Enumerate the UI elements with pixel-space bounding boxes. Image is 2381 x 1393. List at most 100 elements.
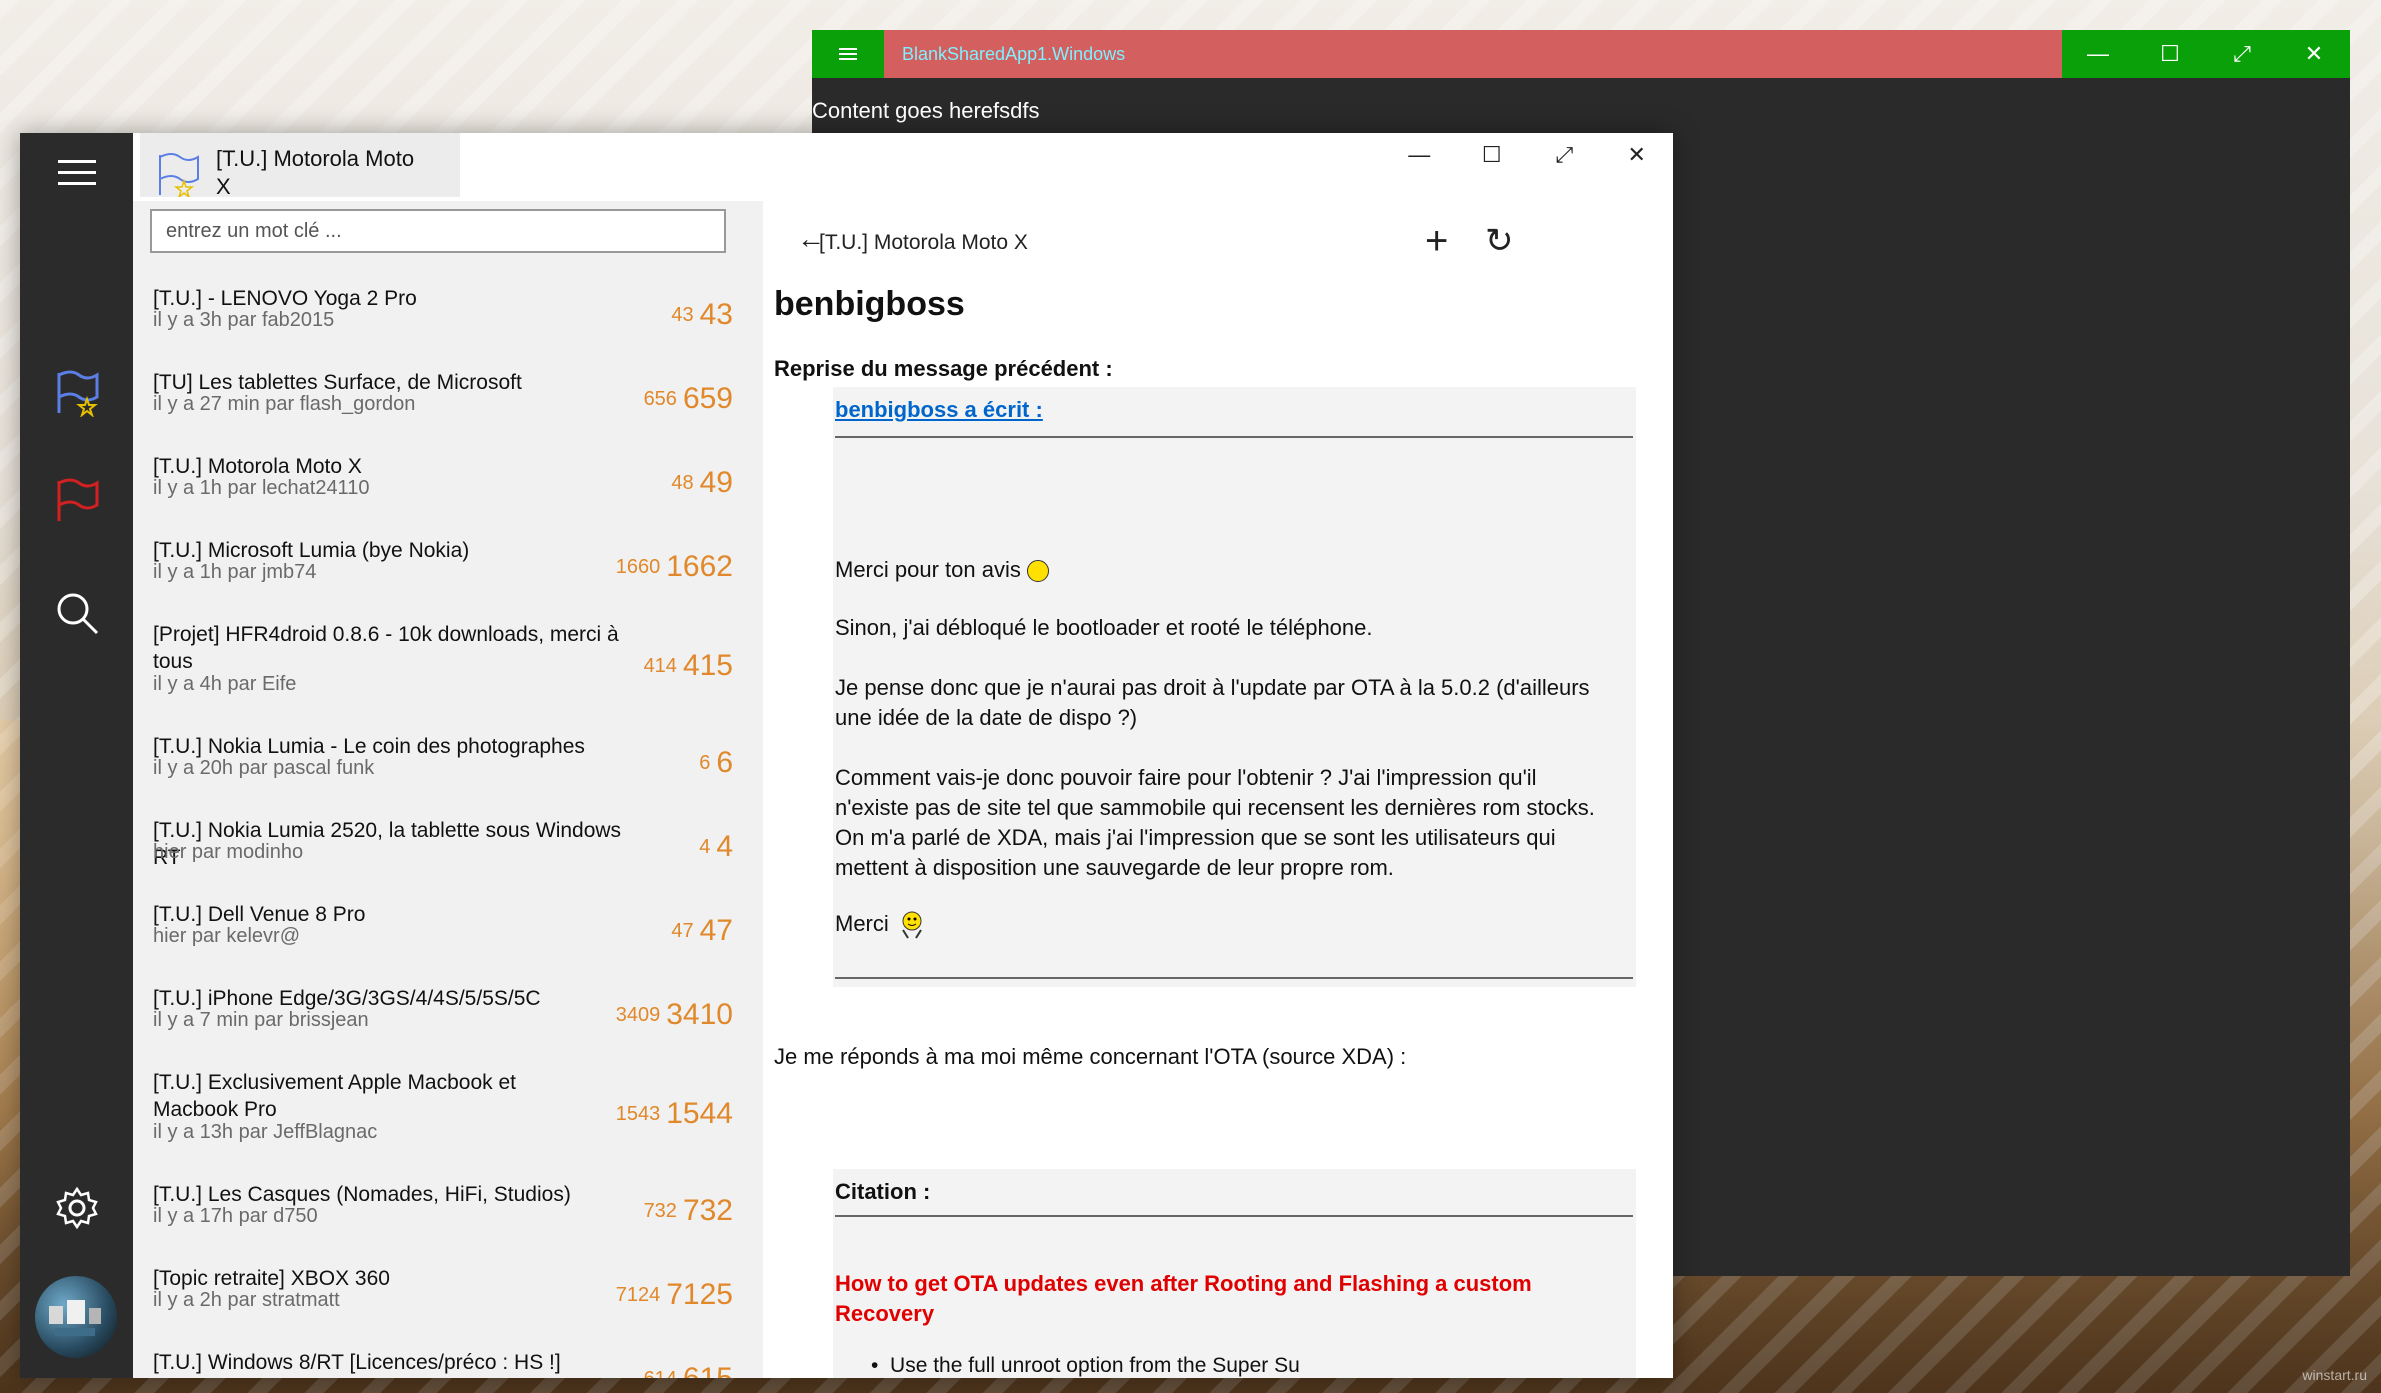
quote-paragraph: Comment vais-je donc pouvoir faire pour … <box>835 765 1595 880</box>
topic-item[interactable]: [TU] Les tablettes Surface, de Microsoft… <box>133 369 763 439</box>
topic-title: [Projet] HFR4droid 0.8.6 - 10k downloads… <box>153 623 619 673</box>
topic-title: [T.U.] Les Casques (Nomades, HiFi, Studi… <box>153 1183 571 1206</box>
topic-item[interactable]: [T.U.] Motorola Moto X il y a 1h par lec… <box>133 453 763 523</box>
reply-text: Je me réponds à ma moi même concernant l… <box>774 1044 1407 1069</box>
topic-count: 614615 <box>644 1349 733 1378</box>
hamburger-menu-icon[interactable] <box>812 30 884 78</box>
topic-item[interactable]: [T.U.] Exclusivement Apple Macbook et Ma… <box>133 1069 763 1169</box>
topic-meta: il y a 20h par pascal funk <box>153 757 375 779</box>
topic-title: [T.U.] Motorola Moto X <box>153 455 362 478</box>
forum-app-window[interactable]: [T.U.] Motorola Moto X — ☐ ⤢ ✕ [T.U.] - … <box>20 133 1673 1378</box>
fullscreen-icon[interactable]: ⤢ <box>1528 133 1601 177</box>
close-icon[interactable]: ✕ <box>1601 133 1674 177</box>
breadcrumb: [T.U.] Motorola Moto X <box>819 231 1028 254</box>
topic-meta: il y a 3h par fab2015 <box>153 309 335 331</box>
background-app-content: Content goes herefsdfs <box>812 98 1040 123</box>
quote-paragraph: Merci <box>835 909 1615 940</box>
search-input[interactable] <box>150 209 726 253</box>
quote-author-link[interactable]: benbigboss a écrit : <box>835 397 1043 423</box>
topic-content-pane: ← [T.U.] Motorola Moto X + ↻ benbigboss … <box>765 201 1673 1378</box>
divider <box>835 977 1633 979</box>
topic-meta: il y a 1h par lechat24110 <box>153 477 370 499</box>
topic-item[interactable]: [T.U.] Les Casques (Nomades, HiFi, Studi… <box>133 1181 763 1251</box>
topic-item[interactable]: [Topic retraite] XBOX 360 il y a 2h par … <box>133 1265 763 1335</box>
topic-count: 66 <box>699 746 733 779</box>
topic-meta: il y a 13h par JeffBlagnac <box>153 1121 378 1143</box>
close-icon[interactable]: ✕ <box>2278 30 2350 78</box>
topic-meta: il y a 7 min par brissjean <box>153 1009 369 1031</box>
topic-item[interactable]: [T.U.] Nokia Lumia - Le coin des photogr… <box>133 733 763 803</box>
watermark: winstart.ru <box>2302 1367 2367 1383</box>
minimize-icon[interactable]: — <box>2062 30 2134 78</box>
topic-count: 656 659 <box>643 382 733 415</box>
smiley-icon <box>1026 560 1049 583</box>
topic-item[interactable]: [Projet] HFR4droid 0.8.6 - 10k downloads… <box>133 621 763 721</box>
favorites-flag-icon[interactable] <box>20 353 133 433</box>
topic-title: [Topic retraite] XBOX 360 <box>153 1267 390 1290</box>
topic-title: [T.U.] Exclusivement Apple Macbook et Ma… <box>153 1071 516 1121</box>
topic-count: 414 415 <box>643 649 733 682</box>
topic-meta: il y a 17h par d750 <box>153 1205 318 1227</box>
topic-item[interactable]: [T.U.] Windows 8/RT [Licences/préco : HS… <box>133 1349 763 1378</box>
favorites-flag-icon <box>159 153 199 197</box>
search-icon[interactable] <box>20 573 133 653</box>
window-controls: — ☐ ⤢ ✕ <box>1383 133 1673 177</box>
quote-paragraph: Je pense donc que je n'aurai pas droit à… <box>835 675 1590 730</box>
quote-paragraph: Merci pour ton avis <box>835 555 1615 585</box>
topic-count: 44 <box>699 830 733 863</box>
topic-item[interactable]: [T.U.] Dell Venue 8 Pro hier par kelevr@… <box>133 901 763 971</box>
topic-count: 1660 1662 <box>615 550 733 583</box>
topic-meta: hier par modinho <box>153 841 304 863</box>
background-app-title: BlankSharedApp1.Windows <box>902 44 1126 64</box>
topic-title: [T.U.] Nokia Lumia - Le coin des photogr… <box>153 735 585 758</box>
topic-title: [TU] Les tablettes Surface, de Microsoft <box>153 371 522 394</box>
topic-count: 47 47 <box>671 914 733 947</box>
minimize-icon[interactable]: — <box>1383 133 1456 177</box>
maximize-icon[interactable]: ☐ <box>2134 30 2206 78</box>
topic-item[interactable]: [T.U.] Nokia Lumia 2520, la tablette sou… <box>133 817 763 887</box>
refresh-icon[interactable]: ↻ <box>1485 221 1514 261</box>
topic-count: 48 49 <box>671 466 733 499</box>
citation-header: Citation : <box>835 1179 931 1204</box>
background-app-titlebar[interactable]: BlankSharedApp1.Windows — ☐ ⤢ ✕ <box>812 30 2350 78</box>
citation-title: How to get OTA updates even after Rootin… <box>835 1271 1532 1326</box>
user-avatar[interactable] <box>35 1276 117 1358</box>
topic-item[interactable]: [T.U.] Microsoft Lumia (bye Nokia) il y … <box>133 537 763 607</box>
topic-meta: hier par kelevr@ <box>153 925 301 947</box>
topic-count: 1543 1544 <box>615 1097 733 1130</box>
topic-title: [T.U.] Windows 8/RT [Licences/préco : HS… <box>153 1351 561 1374</box>
topic-meta: il y a 27 min par flash_gordon <box>153 393 416 415</box>
topic-meta: il y a 2h par stratmatt <box>153 1289 340 1311</box>
topic-title: [T.U.] - LENOVO Yoga 2 Pro <box>153 287 417 310</box>
open-topic-tab[interactable]: [T.U.] Motorola Moto X <box>140 133 460 199</box>
topic-count: 7124 7125 <box>615 1278 733 1311</box>
topic-item[interactable]: [T.U.] iPhone Edge/3G/3GS/4/4S/5/5S/5C i… <box>133 985 763 1055</box>
waving-smiley-icon <box>899 910 925 940</box>
quote-block: benbigboss a écrit : Merci pour ton avis… <box>833 387 1636 987</box>
nav-rail <box>20 133 133 1378</box>
topic-item[interactable]: [T.U.] - LENOVO Yoga 2 Pro il y a 3h par… <box>133 285 763 355</box>
maximize-icon[interactable]: ☐ <box>1456 133 1529 177</box>
add-icon[interactable]: + <box>1425 219 1448 264</box>
hamburger-menu-icon[interactable] <box>20 133 133 213</box>
topic-count: 732 732 <box>643 1194 733 1227</box>
topic-list-pane: [T.U.] - LENOVO Yoga 2 Pro il y a 3h par… <box>133 201 763 1378</box>
quote-paragraph: Sinon, j'ai débloqué le bootloader et ro… <box>835 615 1373 640</box>
background-window-controls: — ☐ ⤢ ✕ <box>2062 30 2350 78</box>
divider <box>835 1215 1633 1217</box>
topic-meta: il y a 4h par Eife <box>153 673 297 695</box>
fullscreen-icon[interactable]: ⤢ <box>2206 30 2278 78</box>
citation-list-item: • Use the full unroot option from the Su… <box>871 1354 1300 1377</box>
divider <box>835 436 1633 438</box>
topic-title: [T.U.] Dell Venue 8 Pro <box>153 903 366 926</box>
citation-block: Citation : How to get OTA updates even a… <box>833 1169 1636 1378</box>
flag-red-icon[interactable] <box>20 461 133 541</box>
topic-meta: il y a 1h par jmb74 <box>153 561 317 583</box>
topic-title: [T.U.] iPhone Edge/3G/3GS/4/4S/5/5S/5C <box>153 987 541 1010</box>
tab-title: [T.U.] Motorola Moto X <box>216 146 415 199</box>
post-author: benbigboss <box>774 285 965 323</box>
topic-title: [T.U.] Microsoft Lumia (bye Nokia) <box>153 539 470 562</box>
settings-gear-icon[interactable] <box>20 1168 133 1248</box>
topic-count: 3409 3410 <box>615 998 733 1031</box>
reprise-label: Reprise du message précédent : <box>774 356 1113 381</box>
